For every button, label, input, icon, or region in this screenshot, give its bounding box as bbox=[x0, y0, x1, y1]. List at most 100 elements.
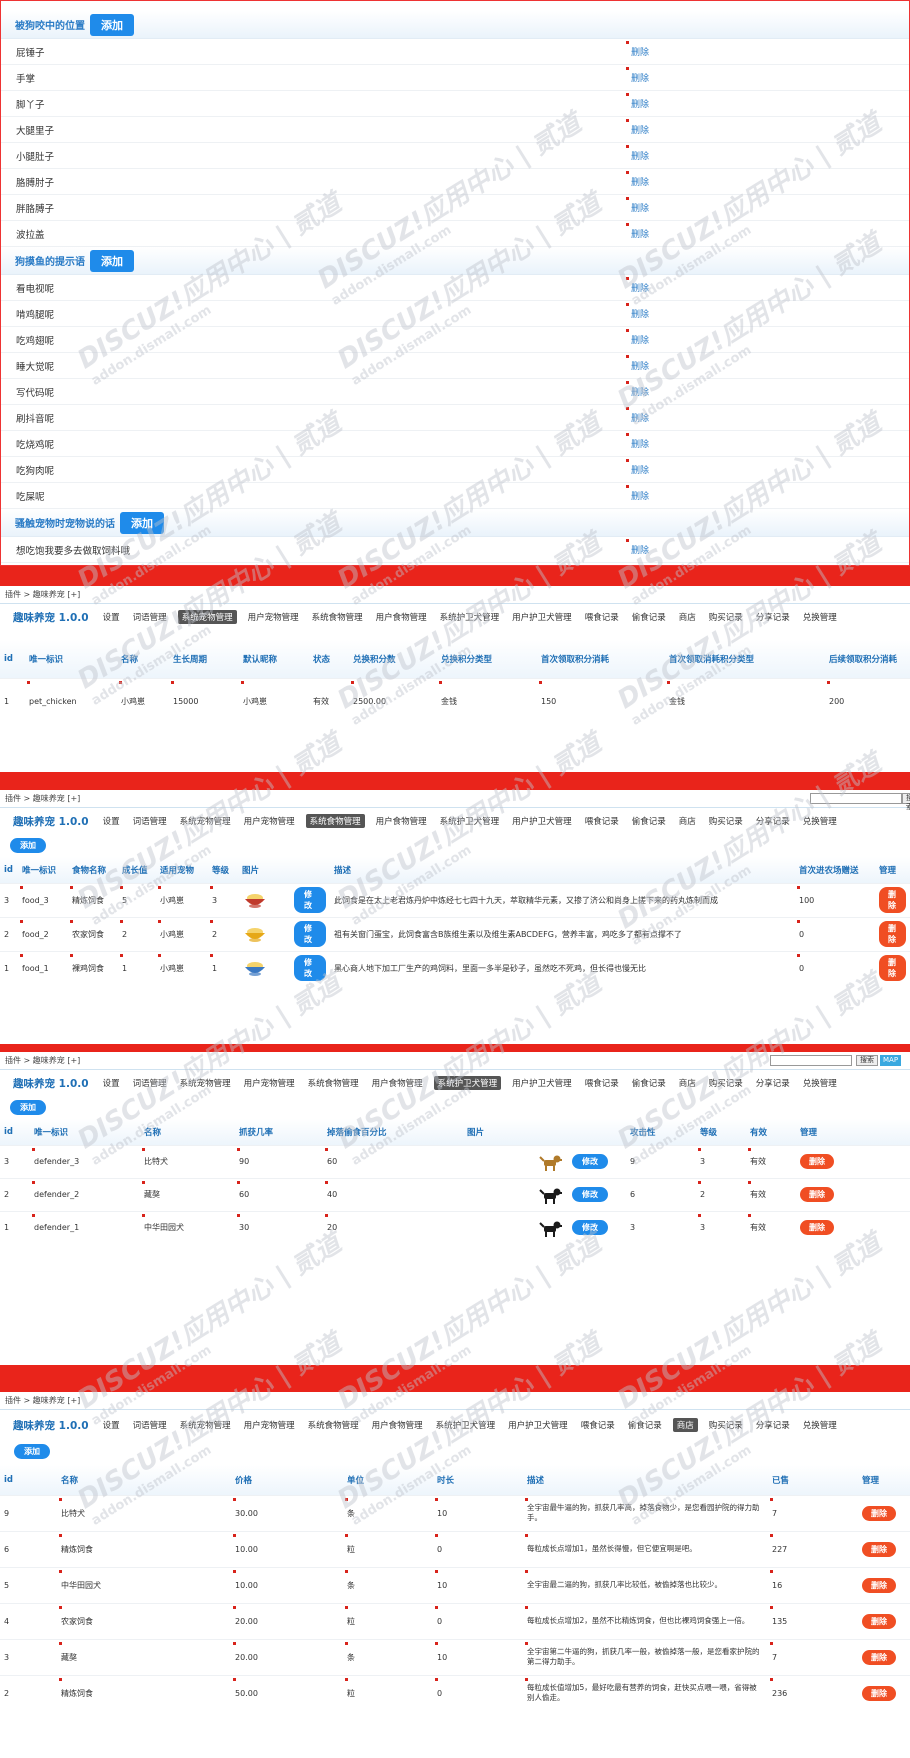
nav-item[interactable]: 喂食记录 bbox=[579, 1418, 617, 1432]
edit-button[interactable]: 修改 bbox=[294, 921, 326, 947]
delete-link[interactable]: 删除 bbox=[631, 123, 649, 136]
nav-item[interactable]: 商店 bbox=[677, 814, 698, 828]
nav-item[interactable]: 系统宠物管理 bbox=[178, 1418, 233, 1432]
nav-item[interactable]: 喂食记录 bbox=[583, 610, 621, 624]
edit-button[interactable]: 修改 bbox=[572, 1187, 608, 1202]
nav-item[interactable]: 系统护卫犬管理 bbox=[438, 814, 502, 828]
nav-item[interactable]: 设置 bbox=[101, 1418, 122, 1432]
delete-link[interactable]: 删除 bbox=[631, 385, 649, 398]
add-button[interactable]: 添加 bbox=[90, 13, 134, 36]
nav-item[interactable]: 喂食记录 bbox=[583, 1076, 621, 1090]
app-brand[interactable]: 趣味养宠 1.0.0 bbox=[13, 814, 89, 829]
nav-item[interactable]: 系统护卫犬管理 bbox=[433, 1076, 502, 1090]
nav-item[interactable]: 兑换管理 bbox=[801, 1076, 839, 1090]
nav-item[interactable]: 购买记录 bbox=[707, 814, 745, 828]
search-input[interactable] bbox=[810, 793, 902, 804]
nav-item[interactable]: 分享记录 bbox=[754, 1418, 792, 1432]
delete-link[interactable]: 删除 bbox=[631, 149, 649, 162]
delete-link[interactable]: 删除 bbox=[631, 97, 649, 110]
nav-item[interactable]: 系统宠物管理 bbox=[178, 1076, 233, 1090]
delete-link[interactable]: 删除 bbox=[631, 333, 649, 346]
nav-item[interactable]: 用户食物管理 bbox=[370, 1418, 425, 1432]
delete-link[interactable]: 删除 bbox=[631, 281, 649, 294]
breadcrumb[interactable]: 插件 > 趣味养宠 [+] bbox=[0, 586, 910, 604]
app-brand[interactable]: 趣味养宠 1.0.0 bbox=[13, 1418, 89, 1433]
nav-item[interactable]: 系统食物管理 bbox=[306, 1076, 361, 1090]
edit-button[interactable]: 修改 bbox=[572, 1154, 608, 1169]
nav-item[interactable]: 系统护卫犬管理 bbox=[438, 610, 502, 624]
delete-button[interactable]: 删除 bbox=[879, 955, 906, 982]
nav-item[interactable]: 用户食物管理 bbox=[370, 1076, 425, 1090]
delete-button[interactable]: 删除 bbox=[862, 1505, 896, 1521]
edit-button[interactable]: 修改 bbox=[572, 1220, 608, 1236]
delete-link[interactable]: 删除 bbox=[631, 227, 649, 240]
nav-item[interactable]: 兑换管理 bbox=[801, 1418, 839, 1432]
nav-item[interactable]: 偷食记录 bbox=[630, 814, 668, 828]
nav-item[interactable]: 购买记录 bbox=[707, 610, 745, 624]
add-button[interactable]: 添加 bbox=[120, 511, 164, 534]
nav-item[interactable]: 喂食记录 bbox=[583, 814, 621, 828]
nav-item[interactable]: 商店 bbox=[677, 1076, 698, 1090]
nav-item[interactable]: 系统护卫犬管理 bbox=[434, 1418, 498, 1432]
delete-button[interactable]: 删除 bbox=[800, 1220, 834, 1236]
delete-button[interactable]: 删除 bbox=[862, 1649, 896, 1665]
nav-item[interactable]: 用户护卫犬管理 bbox=[510, 1076, 574, 1090]
nav-item[interactable]: 分享记录 bbox=[754, 610, 792, 624]
nav-item[interactable]: 用户食物管理 bbox=[374, 610, 429, 624]
search-input[interactable] bbox=[770, 1055, 852, 1066]
nav-item[interactable]: 用户护卫犬管理 bbox=[506, 1418, 570, 1432]
nav-item[interactable]: 偷食记录 bbox=[630, 1076, 668, 1090]
add-button[interactable]: 添加 bbox=[10, 838, 46, 853]
delete-button[interactable]: 删除 bbox=[862, 1541, 896, 1557]
nav-item[interactable]: 兑换管理 bbox=[801, 814, 839, 828]
app-brand[interactable]: 趣味养宠 1.0.0 bbox=[13, 1076, 89, 1091]
nav-item[interactable]: 用户食物管理 bbox=[374, 814, 429, 828]
delete-link[interactable]: 删除 bbox=[631, 489, 649, 502]
nav-item[interactable]: 用户护卫犬管理 bbox=[510, 814, 574, 828]
delete-link[interactable]: 删除 bbox=[631, 359, 649, 372]
nav-item[interactable]: 系统食物管理 bbox=[306, 1418, 361, 1432]
delete-link[interactable]: 删除 bbox=[631, 201, 649, 214]
nav-item[interactable]: 词语管理 bbox=[131, 1418, 169, 1432]
nav-item[interactable]: 系统食物管理 bbox=[310, 610, 365, 624]
search-button[interactable]: 搜索 bbox=[856, 1055, 878, 1066]
nav-item[interactable]: 偷食记录 bbox=[626, 1418, 664, 1432]
app-brand[interactable]: 趣味养宠 1.0.0 bbox=[13, 610, 89, 625]
delete-link[interactable]: 删除 bbox=[631, 543, 649, 556]
add-button[interactable]: 添加 bbox=[14, 1444, 50, 1459]
nav-item[interactable]: 用户宠物管理 bbox=[246, 610, 301, 624]
breadcrumb[interactable]: 插件 > 趣味养宠 [+] bbox=[0, 790, 910, 808]
map-button[interactable]: MAP bbox=[880, 1055, 902, 1066]
delete-button[interactable]: 删除 bbox=[800, 1154, 834, 1169]
nav-item[interactable]: 设置 bbox=[101, 814, 122, 828]
nav-item[interactable]: 系统宠物管理 bbox=[178, 814, 233, 828]
nav-item[interactable]: 系统宠物管理 bbox=[177, 610, 237, 624]
delete-link[interactable]: 删除 bbox=[631, 45, 649, 58]
nav-item[interactable]: 系统食物管理 bbox=[305, 814, 365, 828]
nav-item[interactable]: 偷食记录 bbox=[630, 610, 668, 624]
delete-link[interactable]: 删除 bbox=[631, 411, 649, 424]
delete-link[interactable]: 删除 bbox=[631, 71, 649, 84]
delete-link[interactable]: 删除 bbox=[631, 307, 649, 320]
nav-item[interactable]: 购买记录 bbox=[707, 1076, 745, 1090]
nav-item[interactable]: 用户宠物管理 bbox=[242, 1418, 297, 1432]
nav-item[interactable]: 分享记录 bbox=[754, 814, 792, 828]
nav-item[interactable]: 词语管理 bbox=[131, 814, 169, 828]
nav-item[interactable]: 兑换管理 bbox=[801, 610, 839, 624]
delete-link[interactable]: 删除 bbox=[631, 175, 649, 188]
nav-item[interactable]: 词语管理 bbox=[131, 610, 169, 624]
nav-item[interactable]: 用户宠物管理 bbox=[242, 814, 297, 828]
delete-button[interactable]: 删除 bbox=[800, 1187, 834, 1202]
delete-button[interactable]: 删除 bbox=[862, 1685, 896, 1701]
nav-item[interactable]: 分享记录 bbox=[754, 1076, 792, 1090]
nav-item[interactable]: 用户宠物管理 bbox=[242, 1076, 297, 1090]
nav-item[interactable]: 购买记录 bbox=[707, 1418, 745, 1432]
nav-item[interactable]: 商店 bbox=[672, 1418, 698, 1432]
breadcrumb[interactable]: 插件 > 趣味养宠 [+] bbox=[0, 1392, 910, 1410]
delete-button[interactable]: 删除 bbox=[879, 887, 906, 913]
add-button[interactable]: 添加 bbox=[90, 249, 134, 272]
nav-item[interactable]: 商店 bbox=[677, 610, 698, 624]
nav-item[interactable]: 词语管理 bbox=[131, 1076, 169, 1090]
delete-button[interactable]: 删除 bbox=[879, 921, 906, 947]
delete-link[interactable]: 删除 bbox=[631, 437, 649, 450]
